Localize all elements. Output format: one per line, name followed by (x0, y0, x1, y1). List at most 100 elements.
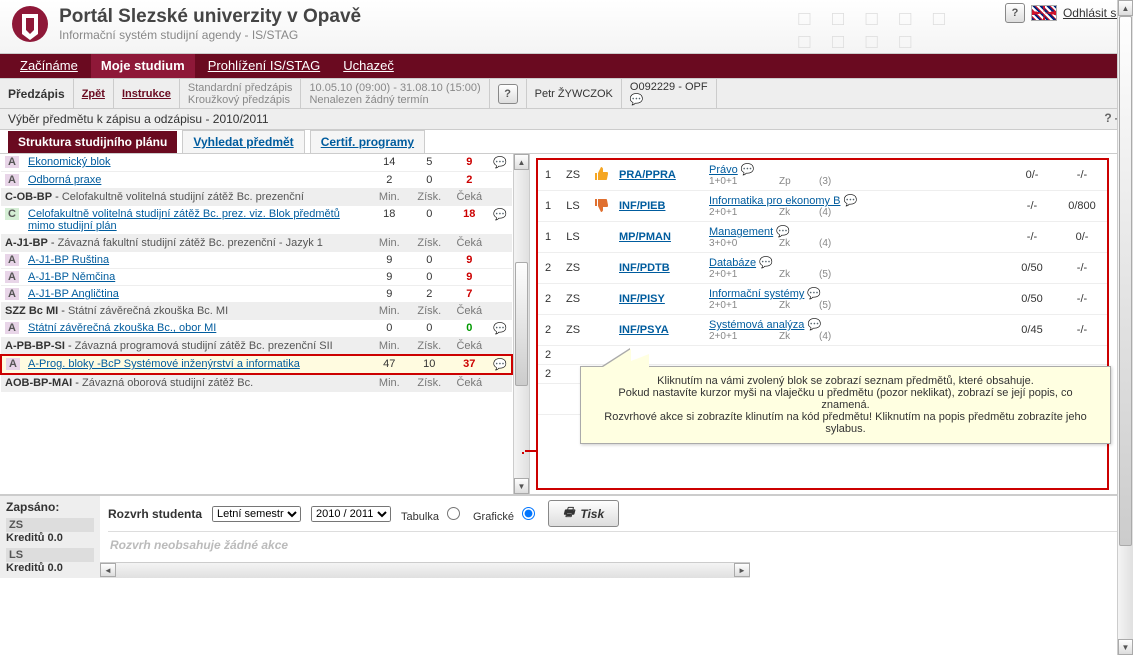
thumb-up-icon (593, 166, 609, 182)
std-predzapis-label: Standardní předzápis (188, 82, 293, 94)
scroll-left-icon[interactable]: ◄ (100, 563, 116, 577)
tab-vyhledat[interactable]: Vyhledat předmět (182, 130, 304, 153)
note-icon: 💬 (776, 226, 790, 238)
view-table-radio[interactable] (447, 507, 460, 520)
tab-certif[interactable]: Certif. programy (310, 130, 425, 153)
zapsano-label: Zapsáno: (6, 500, 94, 514)
note-icon: 💬 (807, 319, 821, 331)
semester-select[interactable]: Letní semestr (212, 506, 301, 522)
subject-code-link[interactable]: MP/PMAN (619, 231, 671, 243)
plan-row[interactable]: A Státní závěrečná zkouška Bc., obor MI … (1, 320, 512, 338)
subbar-help-icon[interactable]: ? (498, 84, 518, 104)
university-emblem-icon (10, 4, 50, 44)
year-select[interactable]: 2010 / 2011 (311, 506, 391, 522)
view-table-label[interactable]: Tabulka (401, 504, 463, 523)
thumb-down-icon (593, 197, 609, 213)
subject-title-link[interactable]: Systémová analýza (709, 319, 804, 331)
subject-code-link[interactable]: INF/PISY (619, 293, 665, 305)
subject-code-link[interactable]: INF/PDTB (619, 262, 670, 274)
logout-link[interactable]: Odhlásit se (1063, 6, 1123, 20)
scroll-down-icon[interactable]: ▼ (1118, 639, 1133, 655)
plan-row[interactable]: C Celofakultně volitelná studijní zátěž … (1, 206, 512, 235)
scroll-up-icon[interactable]: ▲ (1118, 0, 1133, 16)
portal-title: Portál Slezské univerzity v Opavě (59, 6, 361, 28)
language-flag-en-icon[interactable] (1031, 5, 1057, 21)
subjects-pane: 1 ZS PRA/PPRA Právo 💬 1+0+1Zp(3) 0/--/-1… (530, 154, 1133, 494)
content-area: A Ekonomický blok 145 9 💬A Odborná praxe… (0, 154, 1133, 494)
scroll-right-icon[interactable]: ► (734, 563, 750, 577)
page-title-bar: Výběr předmětu k zápisu a odzápisu - 201… (0, 109, 1133, 130)
subject-title-link[interactable]: Právo (709, 164, 738, 176)
plan-block-link[interactable]: Státní závěrečná zkouška Bc., obor MI (28, 322, 216, 334)
plan-group-header: C-OB-BP - Celofakultně volitelná studijn… (1, 189, 512, 206)
zs-label: ZS (6, 518, 94, 532)
plan-block-link[interactable]: Celofakultně volitelná studijní zátěž Bc… (28, 208, 340, 232)
nav-moje-studium[interactable]: Moje studium (91, 54, 195, 78)
left-scrollbar[interactable]: ▲ ▼ (513, 154, 529, 494)
subject-row[interactable]: 2 ZS INF/PDTB Databáze 💬 2+0+1Zk(5) 0/50… (538, 253, 1107, 284)
instrukce-link[interactable]: Instrukce (122, 88, 171, 100)
print-button[interactable]: 🖶 Tisk (548, 500, 619, 527)
plan-block-link[interactable]: Odborná praxe (28, 174, 101, 186)
header-help-icon[interactable]: ? (1005, 3, 1025, 23)
plan-row[interactable]: A A-J1-BP Němčina 90 9 (1, 269, 512, 286)
note-icon: 💬 (844, 195, 858, 207)
sub-toolbar: Předzápis Zpět Instrukce Standardní před… (0, 78, 1133, 109)
subject-row[interactable]: 1 ZS PRA/PPRA Právo 💬 1+0+1Zp(3) 0/--/- (538, 160, 1107, 191)
plan-row[interactable]: A A-J1-BP Ruština 90 9 (1, 252, 512, 269)
footer-h-scrollbar[interactable]: ◄ ► (100, 562, 750, 578)
plan-row[interactable]: A Odborná praxe 20 2 (1, 172, 512, 189)
plan-block-link[interactable]: Ekonomický blok (28, 156, 111, 168)
subject-row[interactable]: 1 LS MP/PMAN Management 💬 3+0+0Zk(4) -/-… (538, 222, 1107, 253)
plan-block-link[interactable]: A-Prog. bloky -BcP Systémové inženýrství… (28, 358, 300, 370)
note-icon: 💬 (759, 257, 773, 269)
subject-code-link[interactable]: PRA/PPRA (619, 169, 676, 181)
nav-uchazec[interactable]: Uchazeč (333, 54, 404, 78)
subject-code-link[interactable]: INF/PSYA (619, 324, 669, 336)
subject-row[interactable]: 2 ZS INF/PISY Informační systémy 💬 2+0+1… (538, 284, 1107, 315)
view-graphic-radio[interactable] (522, 507, 535, 520)
subject-title-link[interactable]: Informatika pro ekonomy B (709, 195, 840, 207)
subject-title-link[interactable]: Informační systémy (709, 288, 804, 300)
plan-row[interactable]: A Ekonomický blok 145 9 💬 (1, 154, 512, 172)
app-header: Portál Slezské univerzity v Opavě Inform… (0, 0, 1133, 54)
plan-group-header: A-J1-BP - Závazná fakultní studijní zátě… (1, 235, 512, 252)
enrolled-summary: Zapsáno: ZS Kreditů 0.0 LS Kreditů 0.0 (0, 496, 100, 578)
schedule-empty-text: Rozvrh neobsahuje žádné akce (108, 532, 1125, 558)
callout-line2: Pokud nastavíte kurzor myši na vlaječku … (595, 387, 1096, 411)
nav-zaciname[interactable]: Začínáme (10, 54, 88, 78)
note-icon[interactable]: 💬 (493, 323, 507, 335)
krouz-predzapis-label: Kroužkový předzápis (188, 94, 293, 106)
note-icon: 💬 (741, 164, 755, 176)
zs-credits: Kreditů 0.0 (6, 532, 94, 544)
predzapis-label: Předzápis (8, 87, 65, 101)
subject-row[interactable]: 2 ZS INF/PSYA Systémová analýza 💬 2+0+1Z… (538, 315, 1107, 346)
pagebar-help-icon[interactable]: ? (1104, 111, 1111, 125)
subject-title-link[interactable]: Management (709, 226, 773, 238)
view-graphic-label[interactable]: Grafické (473, 504, 538, 523)
plan-block-link[interactable]: A-J1-BP Němčina (28, 271, 115, 283)
window-scrollbar[interactable]: ▲ ▼ (1117, 0, 1133, 655)
ls-label: LS (6, 548, 94, 562)
plan-row[interactable]: A A-J1-BP Angličtina 92 7 (1, 286, 512, 303)
content-tabs: Struktura studijního plánu Vyhledat před… (0, 130, 1133, 154)
subject-code-link[interactable]: INF/PIEB (619, 200, 665, 212)
note-icon[interactable]: 💬 (493, 359, 507, 371)
scroll-up-icon[interactable]: ▲ (514, 154, 529, 170)
plan-group-header: SZZ Bc MI - Státní závěrečná zkouška Bc.… (1, 303, 512, 320)
subject-row[interactable]: 1 LS INF/PIEB Informatika pro ekonomy B … (538, 191, 1107, 222)
main-nav: Začínáme Moje studium Prohlížení IS/STAG… (0, 54, 1133, 78)
scroll-thumb[interactable] (515, 262, 528, 385)
note-icon[interactable]: 💬 (493, 209, 507, 221)
scroll-down-icon[interactable]: ▼ (514, 478, 529, 494)
plan-block-link[interactable]: A-J1-BP Ruština (28, 254, 109, 266)
zpet-link[interactable]: Zpět (82, 88, 105, 100)
nav-prohlizeni[interactable]: Prohlížení IS/STAG (198, 54, 330, 78)
scroll-thumb[interactable] (1119, 16, 1132, 546)
tab-struktura[interactable]: Struktura studijního plánu (8, 131, 177, 153)
plan-group-header: AOB-BP-MAI - Závazná oborová studijní zá… (1, 374, 512, 392)
note-icon[interactable]: 💬 (493, 157, 507, 169)
plan-row[interactable]: A A-Prog. bloky -BcP Systémové inženýrst… (1, 355, 512, 374)
plan-block-link[interactable]: A-J1-BP Angličtina (28, 288, 119, 300)
subject-title-link[interactable]: Databáze (709, 257, 756, 269)
